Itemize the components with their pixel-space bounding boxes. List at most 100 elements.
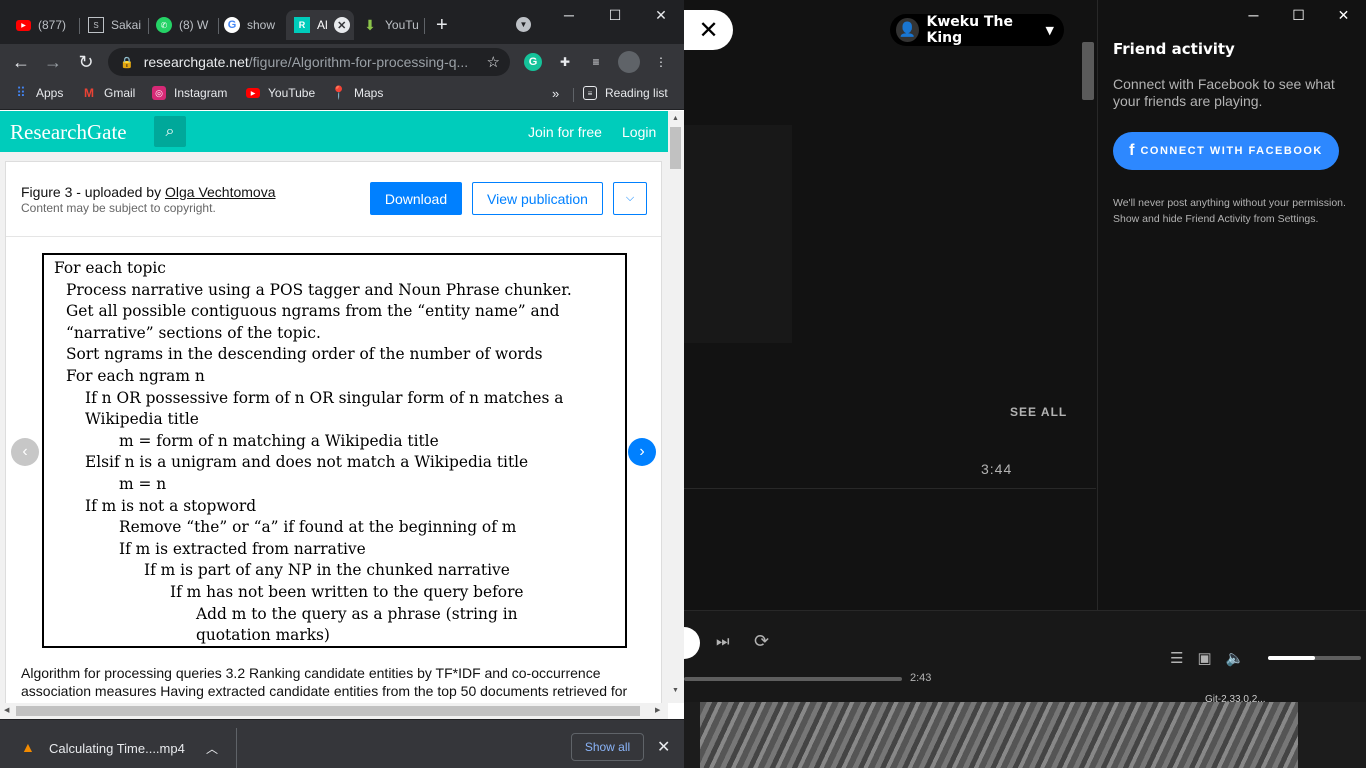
download-filename[interactable]: Calculating Time....mp4	[49, 741, 185, 756]
lock-icon: 🔒	[120, 56, 134, 69]
join-link[interactable]: Join for free	[528, 124, 602, 140]
address-bar[interactable]: 🔒 researchgate.net/figure/Algorithm-for-…	[108, 48, 510, 76]
close-icon[interactable]: ✕	[657, 737, 670, 757]
bookmark-star-icon[interactable]: ☆	[487, 53, 500, 71]
close-icon[interactable]: ✕	[638, 0, 684, 30]
previous-figure-button[interactable]: ‹	[11, 438, 39, 466]
reload-icon[interactable]: ↻	[74, 50, 98, 74]
user-menu[interactable]: 👤 Kweku The King ▼	[890, 14, 1064, 46]
tab-whatsapp[interactable]: ✆ (8) W	[150, 10, 216, 40]
chevron-down-icon[interactable]: ⌵	[613, 182, 647, 215]
algorithm-line: Sort ngrams in the descending order of t…	[66, 345, 543, 364]
scrollbar-thumb[interactable]	[670, 127, 681, 169]
login-link[interactable]: Login	[622, 124, 656, 140]
queue-icon[interactable]: ☰	[1170, 649, 1183, 667]
volume-icon[interactable]: 🔈	[1226, 649, 1245, 667]
scroll-left-icon[interactable]: ◀	[4, 706, 9, 714]
scroll-down-icon[interactable]: ▼	[672, 687, 679, 694]
algorithm-line: Remove “the” or “a” if found at the begi…	[119, 518, 517, 537]
algorithm-line: For each topic	[54, 259, 166, 277]
url-host: researchgate.net	[143, 54, 249, 70]
bookmarks-separator	[573, 88, 574, 102]
search-icon[interactable]: ⌕	[154, 116, 186, 147]
download-bar: ▲ Calculating Time....mp4 ︿ Show all ✕	[0, 719, 684, 768]
url-path: /figure/Algorithm-for-processing-q...	[248, 54, 469, 70]
progress-bar[interactable]	[684, 677, 902, 681]
player-controls-right: ☰ ▣ 🔈	[1170, 649, 1362, 667]
chrome-window: ▶ (877) S Sakai ✆ (8) W G show R Al ✕ ⬇ …	[0, 0, 684, 768]
see-all-link[interactable]: SEE ALL	[1010, 405, 1067, 419]
chevron-down-icon: ▼	[1045, 23, 1054, 37]
tab-sakai[interactable]: S Sakai	[82, 10, 144, 40]
tab-youtube-downloader[interactable]: ⬇ YouTu	[356, 10, 422, 40]
extensions-icon[interactable]: ✚	[555, 52, 575, 72]
chevron-up-icon[interactable]: ︿	[206, 740, 218, 757]
tab-google[interactable]: G show	[218, 10, 282, 40]
wallpaper-image	[700, 702, 1298, 768]
scrollbar[interactable]	[1082, 42, 1094, 100]
elapsed-time: 2:43	[910, 672, 932, 684]
skip-next-icon[interactable]: ⏭	[716, 633, 730, 650]
algorithm-line: Wikipedia title	[85, 410, 199, 429]
new-tab-icon[interactable]: +	[436, 14, 448, 37]
figure-card: Figure 3 - uploaded by Olga Vechtomova C…	[5, 161, 662, 703]
profile-avatar[interactable]	[618, 51, 640, 73]
download-button[interactable]: Download	[370, 182, 462, 215]
tab-researchgate-active[interactable]: R Al ✕	[286, 10, 354, 40]
tab-separator	[148, 18, 149, 34]
reading-list[interactable]: ≡ Reading list	[583, 86, 668, 100]
forward-icon[interactable]: →	[41, 50, 65, 74]
gmail-icon: M	[84, 86, 94, 100]
next-figure-button[interactable]: ›	[628, 438, 656, 466]
algorithm-line: Elsif n is a unigram and does not match …	[85, 453, 529, 472]
algorithm-line: Add m to the query as a phrase (string i…	[196, 604, 518, 623]
browser-toolbar: ← → ↻ 🔒 researchgate.net/figure/Algorith…	[0, 44, 684, 80]
scrollbar-thumb[interactable]	[16, 706, 640, 716]
tab-youtube[interactable]: ▶ (877)	[10, 10, 74, 40]
media-controls-icon[interactable]: ≡	[586, 52, 606, 72]
tab-search-icon[interactable]: ▼	[516, 17, 531, 32]
grammarly-icon[interactable]: G	[524, 53, 542, 71]
figure-title: Figure 3 - uploaded by Olga Vechtomova	[21, 184, 276, 200]
bookmark-gmail[interactable]: M Gmail	[82, 86, 135, 100]
album-placeholder	[684, 125, 792, 343]
bookmark-instagram[interactable]: ◎ Instagram	[152, 86, 227, 100]
vertical-scrollbar[interactable]: ▲ ▼	[668, 111, 684, 703]
figure-header: Figure 3 - uploaded by Olga Vechtomova C…	[6, 162, 661, 237]
friend-activity-title: Friend activity	[1113, 40, 1235, 58]
apps-grid-icon: ⠿	[16, 85, 26, 100]
minimize-icon[interactable]: ─	[546, 0, 592, 30]
volume-slider[interactable]	[1268, 656, 1362, 660]
algorithm-line: m = n	[119, 474, 167, 493]
connect-facebook-button[interactable]: f CONNECT WITH FACEBOOK	[1113, 132, 1339, 170]
divider	[684, 488, 1096, 489]
bookmark-maps[interactable]: 📍 Maps	[331, 85, 383, 100]
bookmark-youtube[interactable]: ▶ YouTube	[246, 86, 315, 100]
uploader-link[interactable]: Olga Vechtomova	[165, 184, 276, 200]
bookmark-apps[interactable]: ⠿ Apps	[14, 85, 63, 100]
volume-fill	[1268, 656, 1315, 660]
view-publication-button[interactable]: View publication	[472, 182, 603, 215]
devices-icon[interactable]: ▣	[1197, 649, 1211, 667]
back-icon[interactable]: ←	[9, 50, 33, 74]
scroll-up-icon[interactable]: ▲	[672, 115, 679, 122]
repeat-icon[interactable]: ⟳	[754, 631, 769, 652]
scroll-right-icon[interactable]: ▶	[655, 706, 660, 714]
horizontal-scrollbar[interactable]: ◀ ▶	[0, 703, 668, 719]
minimize-icon[interactable]: ─	[1231, 0, 1276, 30]
close-icon[interactable]: ✕	[1321, 0, 1366, 30]
algorithm-line: If m is extracted from narrative	[119, 539, 366, 558]
menu-icon[interactable]: ⋮	[651, 52, 671, 72]
sakai-icon: S	[88, 17, 104, 33]
close-tab-icon[interactable]: ✕	[333, 17, 350, 33]
algorithm-line: “narrative” sections of the topic.	[66, 323, 321, 342]
tab-separator	[79, 18, 80, 34]
researchgate-header: ResearchGate ⌕ Join for free Login	[0, 111, 668, 152]
close-icon[interactable]: ✕	[684, 10, 733, 50]
maximize-icon[interactable]: ☐	[1276, 0, 1321, 30]
maximize-icon[interactable]: ☐	[592, 0, 638, 30]
more-bookmarks-icon[interactable]: »	[552, 86, 559, 101]
researchgate-logo[interactable]: ResearchGate	[10, 120, 127, 145]
show-all-button[interactable]: Show all	[571, 733, 644, 761]
instagram-icon: ◎	[152, 86, 166, 100]
